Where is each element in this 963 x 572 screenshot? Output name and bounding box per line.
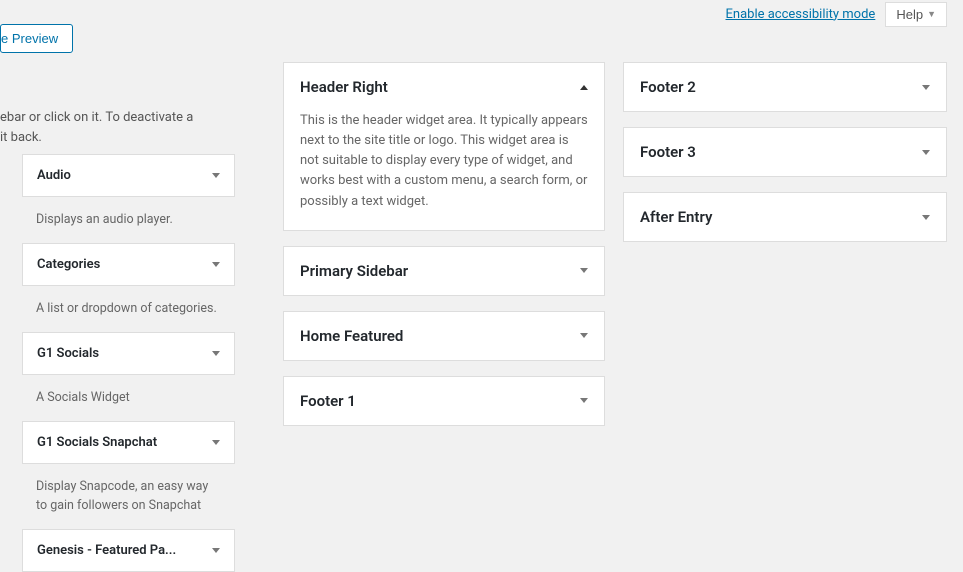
widget-title: Categories — [37, 257, 100, 272]
area-footer-1: Footer 1 — [283, 376, 605, 426]
widget-desc: A list or dropdown of categories. — [22, 286, 235, 332]
chevron-down-icon — [212, 262, 220, 267]
widget-areas-column-2: Footer 2 Footer 3 After Entry — [623, 62, 947, 257]
chevron-up-icon — [580, 85, 588, 90]
chevron-down-icon — [212, 351, 220, 356]
widget-g1-socials[interactable]: G1 Socials — [22, 332, 235, 375]
chevron-down-icon — [580, 268, 588, 273]
widget-header[interactable]: Genesis - Featured Pa... — [23, 530, 234, 571]
widget-g1-socials-snapchat[interactable]: G1 Socials Snapchat — [22, 421, 235, 464]
area-toggle[interactable]: Primary Sidebar — [284, 247, 604, 295]
widget-desc: A Socials Widget — [22, 375, 235, 421]
widget-header[interactable]: Audio — [23, 155, 234, 196]
area-header-right: Header Right This is the header widget a… — [283, 62, 605, 231]
preview-button[interactable]: e Preview — [0, 24, 73, 53]
area-toggle[interactable]: After Entry — [624, 193, 946, 241]
chevron-down-icon — [212, 548, 220, 553]
available-widgets-column: Audio Displays an audio player. Categori… — [22, 154, 235, 572]
area-toggle[interactable]: Home Featured — [284, 312, 604, 360]
chevron-down-icon — [212, 173, 220, 178]
area-description: This is the header widget area. It typic… — [284, 111, 604, 230]
area-footer-2: Footer 2 — [623, 62, 947, 112]
area-toggle[interactable]: Footer 2 — [624, 63, 946, 111]
area-toggle[interactable]: Footer 1 — [284, 377, 604, 425]
widget-desc: Display Snapcode, an easy way to gain fo… — [22, 464, 235, 528]
widget-areas-column-1: Header Right This is the header widget a… — [283, 62, 605, 441]
area-toggle[interactable]: Header Right — [284, 63, 604, 111]
help-button[interactable]: Help ▼ — [885, 2, 947, 27]
area-primary-sidebar: Primary Sidebar — [283, 246, 605, 296]
widget-header[interactable]: G1 Socials Snapchat — [23, 422, 234, 463]
help-label: Help — [896, 7, 923, 22]
area-footer-3: Footer 3 — [623, 127, 947, 177]
area-title: Home Featured — [300, 327, 403, 345]
area-title: Footer 1 — [300, 392, 356, 410]
widget-desc: Displays an audio player. — [22, 197, 235, 243]
widget-title: Genesis - Featured Pa... — [37, 543, 176, 558]
widget-genesis-featured[interactable]: Genesis - Featured Pa... — [22, 529, 235, 572]
chevron-down-icon — [580, 333, 588, 338]
widget-audio[interactable]: Audio — [22, 154, 235, 197]
area-title: Footer 2 — [640, 78, 696, 96]
area-toggle[interactable]: Footer 3 — [624, 128, 946, 176]
area-title: After Entry — [640, 208, 712, 226]
widget-title: Audio — [37, 168, 71, 183]
widget-title: G1 Socials Snapchat — [37, 435, 157, 450]
accessibility-mode-link[interactable]: Enable accessibility mode — [726, 7, 876, 22]
widget-title: G1 Socials — [37, 346, 99, 361]
chevron-down-icon — [922, 215, 930, 220]
area-title: Footer 3 — [640, 143, 696, 161]
chevron-down-icon — [922, 85, 930, 90]
chevron-down-icon — [212, 440, 220, 445]
chevron-down-icon — [922, 150, 930, 155]
area-home-featured: Home Featured — [283, 311, 605, 361]
chevron-down-icon: ▼ — [927, 9, 936, 19]
widget-header[interactable]: Categories — [23, 244, 234, 285]
widget-header[interactable]: G1 Socials — [23, 333, 234, 374]
widget-categories[interactable]: Categories — [22, 243, 235, 286]
chevron-down-icon — [580, 398, 588, 403]
area-title: Primary Sidebar — [300, 262, 408, 280]
area-title: Header Right — [300, 78, 388, 96]
area-after-entry: After Entry — [623, 192, 947, 242]
instructions-text: ebar or click on it. To deactivate a it … — [0, 108, 230, 147]
